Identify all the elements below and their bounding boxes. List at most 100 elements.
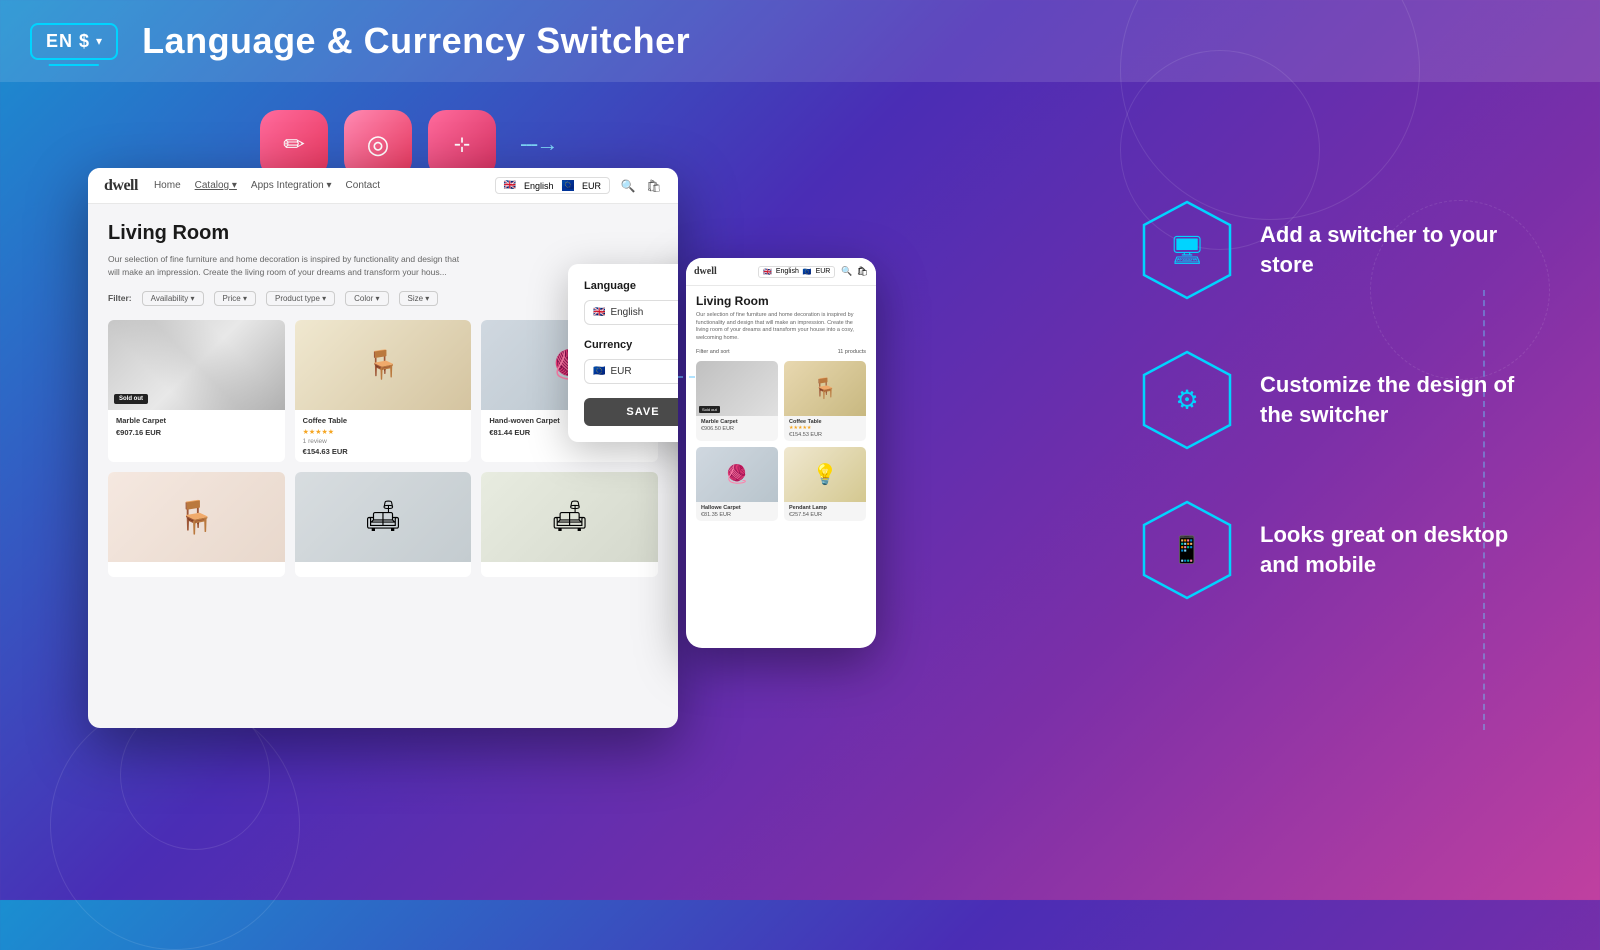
filter-color[interactable]: Color ▾: [345, 291, 388, 306]
mobile-img-coffee: 🪑: [784, 361, 866, 416]
product-img-sofa: 🛋: [295, 472, 472, 562]
language-section-title: Language: [584, 280, 678, 292]
mobile-name-marble: Marble Carpet: [701, 419, 773, 425]
mobile-price-lamp: €257.54 EUR: [789, 512, 861, 518]
mobile-lang-bar[interactable]: 🇬🇧 English 🇪🇺 EUR: [758, 266, 835, 278]
mobile-sold-out-badge: Sold out: [699, 406, 720, 413]
mobile-product-coffee[interactable]: 🪑 Coffee Table ★★★★★ €154.53 EUR: [784, 361, 866, 441]
cart-icon[interactable]: 🛍: [646, 178, 662, 194]
mobile-icon: 📱: [1171, 535, 1203, 566]
flag-eu: 🇪🇺: [562, 180, 574, 191]
currency-select[interactable]: 🇪🇺 EUR ▾: [584, 359, 678, 384]
mobile-img-lamp: 💡: [784, 447, 866, 502]
mobile-img-marble: Sold out: [696, 361, 778, 416]
feature-text-3: Looks great on desktop and mobile: [1260, 520, 1540, 579]
feature-text-2: Customize the design of the switcher: [1260, 370, 1540, 429]
feature-item-2: ⚙ Customize the design of the switcher: [1142, 350, 1540, 450]
badge-underline: [49, 64, 99, 66]
mobile-name-lamp: Pendant Lamp: [789, 505, 861, 511]
lang-text: English: [524, 181, 554, 191]
product-img-coffee: 🪑: [295, 320, 472, 410]
mobile-navbar: dwell 🇬🇧 English 🇪🇺 EUR 🔍 🛍: [686, 258, 876, 286]
mobile-price-coffee: €154.53 EUR: [789, 432, 861, 438]
badge-text: EN $: [46, 31, 90, 52]
language-currency-badge[interactable]: EN $ ▾: [30, 23, 118, 60]
mobile-flag-eu: 🇪🇺: [803, 268, 812, 276]
mobile-product-marble[interactable]: Sold out Marble Carpet €906.50 EUR: [696, 361, 778, 441]
product-info-sofa: [295, 562, 472, 577]
mobile-icons: 🔍 🛍: [841, 266, 868, 277]
product-stars-coffee: ★★★★★: [303, 428, 464, 436]
mockup-logo: dwell: [104, 177, 138, 195]
customize-icon: ⚙: [1175, 385, 1198, 416]
product-img-chair: 🪑: [108, 472, 285, 562]
mobile-product-carpet[interactable]: 🧶 Hallowe Carpet €81.35 EUR: [696, 447, 778, 521]
language-value: English: [610, 307, 643, 318]
filter-price[interactable]: Price ▾: [214, 291, 256, 306]
nav-catalog[interactable]: Catalog ▾: [195, 180, 237, 191]
product-card-sofa[interactable]: 🛋: [295, 472, 472, 577]
currency-text: EUR: [582, 181, 601, 191]
lang-currency-bar[interactable]: 🇬🇧 English 🇪🇺 EUR: [495, 177, 610, 194]
mobile-info-lamp: Pendant Lamp €257.54 EUR: [784, 502, 866, 521]
product-card-coffee[interactable]: 🪑 Coffee Table ★★★★★ 1 review €154.63 EU…: [295, 320, 472, 462]
product-img-sofa2: 🛋: [481, 472, 658, 562]
mockup-navbar: dwell Home Catalog ▾ Apps Integration ▾ …: [88, 168, 678, 204]
product-img-marble: Sold out: [108, 320, 285, 410]
eyedropper-icon: ✏: [283, 129, 305, 160]
mobile-img-carpet: 🧶: [696, 447, 778, 502]
product-info-chair: [108, 562, 285, 577]
hexagon-2: ⚙: [1142, 350, 1232, 450]
flag-eu-popup: 🇪🇺: [593, 366, 605, 377]
arrow-connector: - - - →: [520, 131, 554, 157]
sold-out-badge: Sold out: [114, 394, 148, 404]
mockup-nav: Home Catalog ▾ Apps Integration ▾ Contac…: [154, 180, 380, 191]
mobile-stars-coffee: ★★★★★: [789, 425, 861, 431]
filter-size[interactable]: Size ▾: [399, 291, 439, 306]
filter-availability[interactable]: Availability ▾: [142, 291, 204, 306]
feature-text-1: Add a switcher to your store: [1260, 220, 1540, 279]
mobile-price-carpet: €81.35 EUR: [701, 512, 773, 518]
product-card-chair[interactable]: 🪑: [108, 472, 285, 577]
mockup-page-title: Living Room: [108, 222, 658, 245]
mobile-page-title: Living Room: [696, 294, 866, 308]
product-name-marble: Marble Carpet: [116, 416, 277, 425]
mobile-product-lamp[interactable]: 💡 Pendant Lamp €257.54 EUR: [784, 447, 866, 521]
nav-apps[interactable]: Apps Integration ▾: [251, 180, 332, 191]
mobile-mockup: dwell 🇬🇧 English 🇪🇺 EUR 🔍 🛍 Living Room …: [686, 258, 876, 648]
mobile-cart-icon[interactable]: 🛍: [857, 266, 868, 277]
product-card-sofa2[interactable]: 🛋: [481, 472, 658, 577]
product-card-marble[interactable]: Sold out Marble Carpet €907.16 EUR: [108, 320, 285, 462]
mockup-dashed-connector: [677, 376, 695, 378]
nav-home[interactable]: Home: [154, 180, 181, 191]
flag-en-popup: 🇬🇧: [593, 307, 605, 318]
feature-item-3: 📱 Looks great on desktop and mobile: [1142, 500, 1540, 600]
product-price-coffee: €154.63 EUR: [303, 447, 464, 456]
product-name-coffee: Coffee Table: [303, 416, 464, 425]
nav-contact[interactable]: Contact: [346, 180, 380, 191]
features-section: 🖥 Add a switcher to your store ⚙ Customi…: [1142, 200, 1540, 600]
mobile-filter-bar: Filter and sort 11 products: [696, 349, 866, 355]
target-icon: ◎: [367, 129, 390, 160]
badge-arrow: ▾: [96, 34, 102, 48]
mobile-currency-text: EUR: [816, 268, 831, 275]
language-select[interactable]: 🇬🇧 English ▾: [584, 300, 678, 325]
mockup-description: Our selection of fine furniture and home…: [108, 253, 468, 279]
mockup-content: Living Room Our selection of fine furnit…: [88, 204, 678, 595]
product-info-coffee: Coffee Table ★★★★★ 1 review €154.63 EUR: [295, 410, 472, 462]
flag-en: 🇬🇧: [504, 180, 516, 191]
mobile-products-grid: Sold out Marble Carpet €906.50 EUR 🪑 Cof…: [696, 361, 866, 521]
save-button[interactable]: SAVE: [584, 398, 678, 426]
filter-product-type[interactable]: Product type ▾: [266, 291, 335, 306]
mobile-filter-text[interactable]: Filter and sort: [696, 349, 730, 355]
mobile-info-marble: Marble Carpet €906.50 EUR: [696, 416, 778, 435]
search-icon[interactable]: 🔍: [620, 178, 636, 194]
mobile-logo: dwell: [694, 266, 717, 277]
language-currency-popup: Language 🇬🇧 English ▾ Currency 🇪🇺 EUR ▾ …: [568, 264, 678, 442]
move-icon: ⊹: [454, 132, 471, 157]
mobile-search-icon[interactable]: 🔍: [841, 266, 852, 277]
mobile-content: Living Room Our selection of fine furnit…: [686, 286, 876, 529]
currency-value: EUR: [610, 366, 631, 377]
hexagon-1: 🖥: [1142, 200, 1232, 300]
mobile-desc: Our selection of fine furniture and home…: [696, 312, 866, 343]
